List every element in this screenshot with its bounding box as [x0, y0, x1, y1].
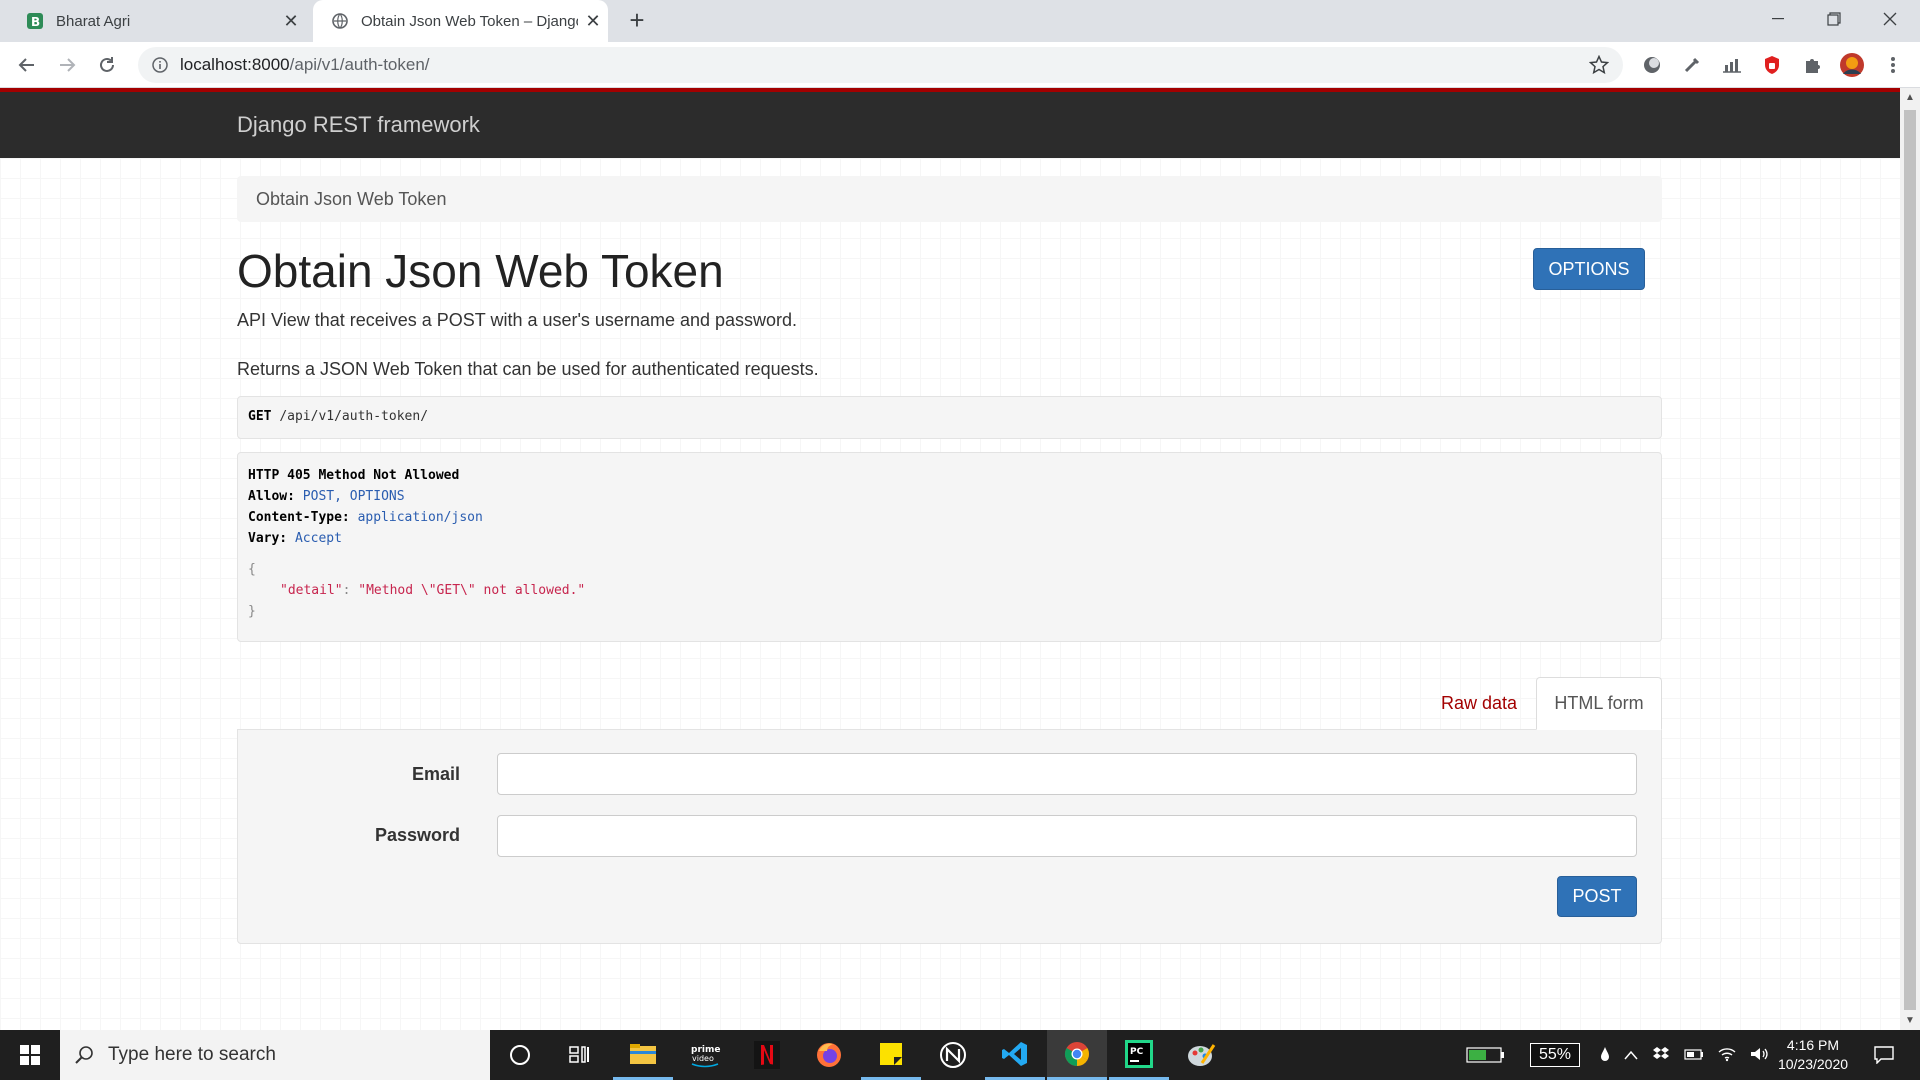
content-type-header-value: application/json — [357, 510, 483, 525]
eyedropper-extension-icon[interactable] — [1679, 52, 1705, 78]
close-window-icon[interactable] — [1862, 0, 1918, 38]
new-tab-button[interactable]: + — [622, 6, 652, 36]
request-path: /api/v1/auth-token/ — [279, 409, 429, 424]
battery-percent: 55% — [1530, 1043, 1581, 1067]
app-icon[interactable] — [923, 1030, 983, 1080]
firefox-icon[interactable] — [799, 1030, 859, 1080]
restore-icon[interactable] — [1806, 0, 1862, 38]
tab-html-form[interactable]: HTML form — [1536, 677, 1662, 730]
tab-close-icon[interactable]: ✕ — [578, 11, 608, 32]
breadcrumb-item: Obtain Json Web Token — [256, 189, 447, 209]
chevron-up-icon[interactable] — [1624, 1048, 1638, 1063]
vscode-icon[interactable] — [985, 1030, 1045, 1080]
vary-header-value: Accept — [294, 531, 342, 546]
url-text: localhost:8000/api/v1/auth-token/ — [180, 55, 430, 75]
battery-percent-box: 55% — [1530, 1030, 1581, 1080]
tray-icons — [1600, 1030, 1770, 1080]
allow-header-key: Allow: — [248, 489, 295, 504]
scrollbar-thumb[interactable] — [1904, 110, 1916, 1010]
response-status-line: HTTP 405 Method Not Allowed — [248, 468, 460, 483]
address-bar[interactable]: localhost:8000/api/v1/auth-token/ — [138, 47, 1623, 83]
task-view-icon[interactable] — [550, 1030, 610, 1080]
bharat-agri-favicon-icon: B — [26, 12, 44, 30]
cortana-icon[interactable] — [490, 1030, 550, 1080]
password-label: Password — [374, 825, 460, 845]
json-brace-open: { — [248, 562, 256, 577]
globe-favicon-icon — [331, 12, 349, 30]
search-icon — [74, 1045, 94, 1065]
forward-arrow-icon[interactable] — [52, 50, 82, 80]
taskbar-search-box[interactable]: Type here to search — [60, 1030, 490, 1080]
json-detail-value: "Method \"GET\" not allowed." — [358, 583, 586, 598]
url-path: /api/v1/auth-token/ — [289, 55, 430, 74]
sticky-notes-icon[interactable] — [861, 1030, 921, 1080]
drf-brand-link[interactable]: Django REST framework — [237, 112, 480, 138]
email-field[interactable] — [497, 753, 1637, 795]
browser-tab-strip: B Bharat Agri ✕ Obtain Json Web Token – … — [0, 0, 1920, 42]
chrome-icon[interactable] — [1047, 1030, 1107, 1080]
tray-battery-widget[interactable] — [1466, 1030, 1506, 1080]
drf-navbar: Django REST framework — [0, 88, 1900, 158]
browser-toolbar: localhost:8000/api/v1/auth-token/ — [0, 42, 1920, 88]
tab-raw-data[interactable]: Raw data — [1422, 677, 1536, 729]
request-method: GET — [248, 409, 272, 424]
chart-extension-icon[interactable] — [1719, 52, 1745, 78]
site-info-icon[interactable] — [152, 57, 168, 73]
vertical-scrollbar[interactable]: ▲ ▼ — [1900, 88, 1920, 1030]
wifi-icon[interactable] — [1718, 1046, 1736, 1065]
battery-icon[interactable] — [1684, 1047, 1704, 1064]
browser-tab-bharat-agri[interactable]: B Bharat Agri ✕ — [8, 0, 306, 42]
notifications-icon[interactable] — [1864, 1040, 1904, 1070]
volume-icon[interactable] — [1750, 1046, 1770, 1065]
extensions-puzzle-icon[interactable] — [1799, 52, 1825, 78]
json-brace-close: } — [248, 604, 256, 619]
windows-taskbar: Type here to search prime video PC 55% 4:… — [0, 1030, 1920, 1080]
file-explorer-icon[interactable] — [613, 1030, 673, 1080]
chrome-menu-icon[interactable] — [1880, 52, 1906, 78]
extension-circle-icon[interactable] — [1639, 52, 1665, 78]
svg-text:video: video — [692, 1054, 714, 1063]
tab-title: Bharat Agri — [56, 12, 131, 30]
response-info: HTTP 405 Method Not Allowed Allow: POST,… — [237, 452, 1662, 642]
svg-text:PC: PC — [1130, 1047, 1144, 1057]
content-type-header-key: Content-Type: — [248, 510, 350, 525]
clock-date: 10/23/2020 — [1777, 1056, 1849, 1072]
breadcrumb: Obtain Json Web Token — [237, 176, 1662, 222]
system-clock[interactable]: 4:16 PM 10/23/2020 — [1768, 1036, 1858, 1074]
minimize-icon[interactable] — [1750, 0, 1806, 38]
search-placeholder: Type here to search — [108, 1044, 276, 1065]
windows-start-icon[interactable] — [0, 1030, 60, 1080]
password-field[interactable] — [497, 815, 1637, 857]
json-detail-key: "detail" — [280, 583, 343, 598]
paint-icon[interactable] — [1171, 1030, 1231, 1080]
options-button[interactable]: OPTIONS — [1533, 248, 1645, 290]
prime-video-icon[interactable]: prime video — [675, 1030, 735, 1080]
page-title: Obtain Json Web Token — [237, 245, 724, 297]
email-label: Email — [411, 764, 460, 784]
pycharm-icon[interactable]: PC — [1109, 1030, 1169, 1080]
back-arrow-icon[interactable] — [12, 50, 42, 80]
url-host: localhost:8000 — [180, 55, 290, 74]
allow-header-value: POST, OPTIONS — [302, 489, 405, 504]
tab-close-icon[interactable]: ✕ — [276, 11, 306, 32]
request-info: GET /api/v1/auth-token/ — [237, 396, 1662, 439]
vary-header-key: Vary: — [248, 531, 288, 546]
bookmark-star-icon[interactable] — [1588, 54, 1610, 80]
clock-time: 4:16 PM — [1786, 1037, 1840, 1053]
post-button[interactable]: POST — [1557, 876, 1637, 917]
svg-text:B: B — [31, 15, 40, 29]
profile-avatar[interactable] — [1839, 52, 1865, 78]
description-line-1: API View that receives a POST with a use… — [237, 310, 798, 330]
shield-extension-icon[interactable] — [1759, 52, 1785, 78]
dropbox-icon[interactable] — [1652, 1046, 1670, 1065]
reload-icon[interactable] — [92, 50, 122, 80]
drop-icon[interactable] — [1600, 1046, 1610, 1065]
tab-title: Obtain Json Web Token – Django — [361, 12, 578, 30]
scroll-up-icon[interactable]: ▲ — [1905, 92, 1915, 103]
scroll-down-icon[interactable]: ▼ — [1905, 1015, 1915, 1026]
json-separator: : — [342, 583, 359, 598]
netflix-icon[interactable] — [737, 1030, 797, 1080]
description-line-2: Returns a JSON Web Token that can be use… — [237, 359, 819, 379]
browser-tab-obtain-token[interactable]: Obtain Json Web Token – Django ✕ — [313, 0, 608, 42]
